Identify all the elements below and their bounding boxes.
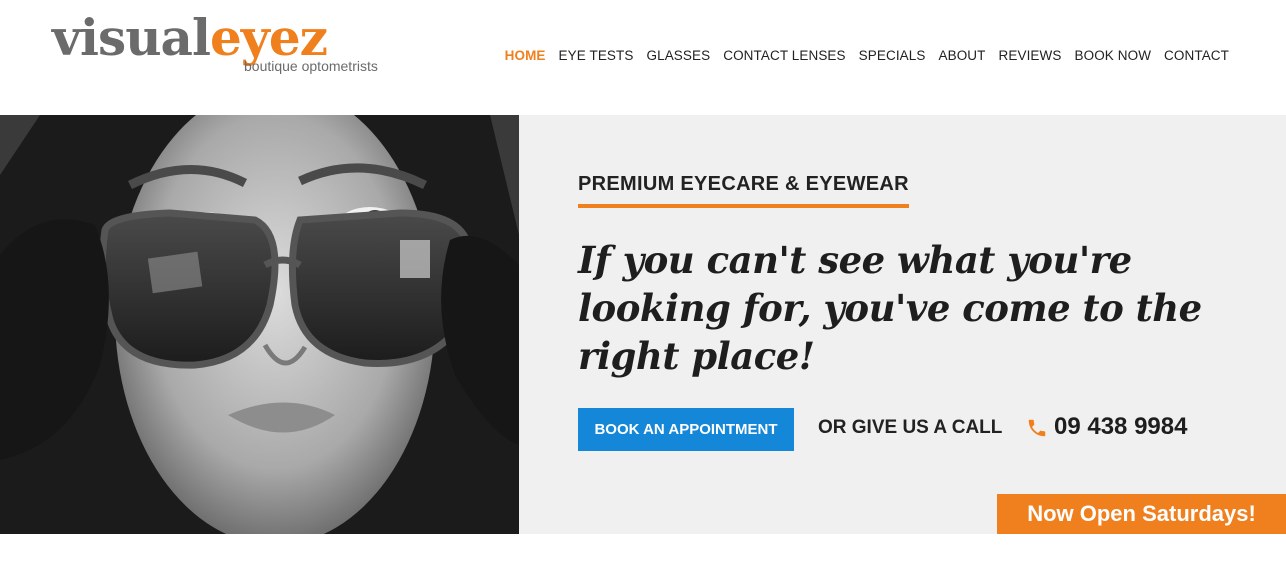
- nav-item-about[interactable]: ABOUT: [939, 48, 986, 63]
- nav-item-eye-tests[interactable]: EYE TESTS: [559, 48, 634, 63]
- hero-photo: [0, 115, 519, 534]
- woman-sunglasses-photo: [0, 115, 519, 534]
- hero-eyebrow: PREMIUM EYECARE & EYEWEAR: [578, 173, 909, 208]
- saturday-badge: Now Open Saturdays!: [997, 494, 1286, 534]
- nav-item-glasses[interactable]: GLASSES: [646, 48, 710, 63]
- call-text: OR GIVE US A CALL: [818, 417, 1003, 438]
- logo-tagline: boutique optometrists: [244, 58, 378, 74]
- main-nav: HOME EYE TESTS GLASSES CONTACT LENSES SP…: [505, 48, 1229, 63]
- nav-item-book-now[interactable]: BOOK NOW: [1074, 48, 1151, 63]
- nav-item-home[interactable]: HOME: [505, 48, 546, 63]
- hero-content: PREMIUM EYECARE & EYEWEAR If you can't s…: [578, 173, 1258, 451]
- book-appointment-button[interactable]: BOOK AN APPOINTMENT: [578, 408, 794, 451]
- logo-wordmark-visual: visual: [52, 8, 211, 67]
- site-logo[interactable]: visualeyez boutique optometrists: [52, 8, 378, 80]
- nav-item-specials[interactable]: SPECIALS: [859, 48, 926, 63]
- cta-row: BOOK AN APPOINTMENT OR GIVE US A CALL 09…: [578, 408, 1258, 452]
- phone-number-link[interactable]: 09 438 9984: [1054, 413, 1187, 441]
- hero-section: PREMIUM EYECARE & EYEWEAR If you can't s…: [0, 115, 1286, 534]
- nav-item-contact[interactable]: CONTACT: [1164, 48, 1229, 63]
- nav-item-contact-lenses[interactable]: CONTACT LENSES: [723, 48, 845, 63]
- hero-headline: If you can't see what you're looking for…: [578, 238, 1202, 378]
- nav-item-reviews[interactable]: REVIEWS: [999, 48, 1062, 63]
- site-header: visualeyez boutique optometrists HOME EY…: [0, 0, 1286, 115]
- phone-icon: [1028, 419, 1046, 437]
